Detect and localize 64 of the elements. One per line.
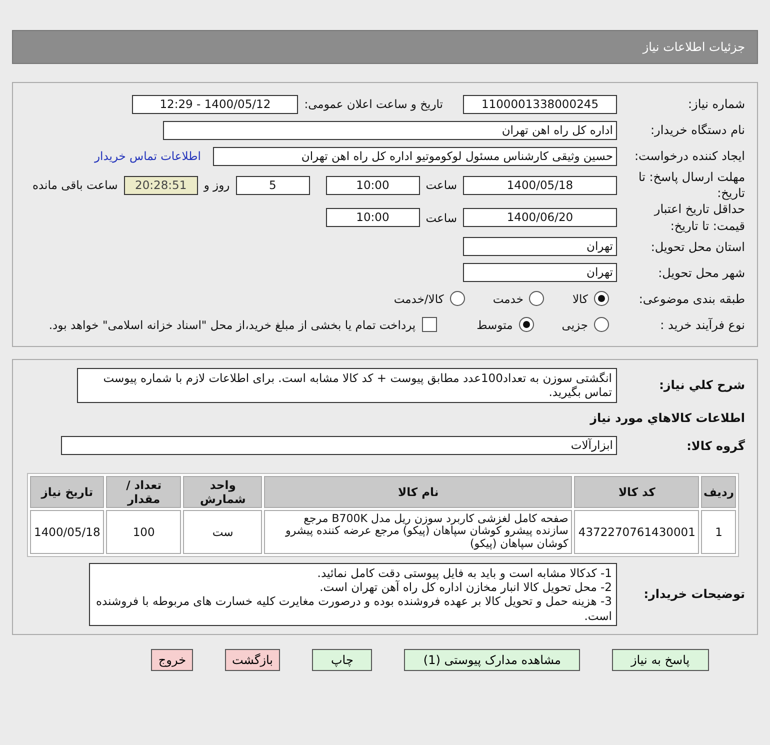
action-button[interactable]: بازگشت (225, 649, 280, 671)
action-button[interactable]: مشاهده مدارک پیوستی (1) (404, 649, 580, 671)
city-field: تهران (463, 263, 617, 282)
column-header: واحد شمارش (183, 476, 262, 508)
time-label: ساعت (426, 210, 457, 225)
field-label: توضیحات خریدار: (642, 587, 745, 602)
remaining-time-field: 20:28:51 (124, 176, 198, 195)
column-header: نام کالا (264, 476, 572, 508)
page-title: جزئیات اطلاعات نیاز (642, 40, 745, 54)
radio-button[interactable] (529, 291, 544, 306)
field-label: حداقل تاریخ اعتبار قیمت: تا تاریخ: (652, 201, 745, 234)
field-label: شرح كلي نياز: (658, 378, 745, 392)
field-label: مهلت ارسال پاسخ: تا تاریخ: (637, 169, 745, 202)
field-label: شهر محل تحویل: (657, 266, 745, 280)
section-heading: اطلاعات كالاهاي مورد نياز (590, 410, 745, 424)
column-header: تاریخ نیاز (30, 476, 104, 508)
action-button[interactable]: پاسخ به نیاز (612, 649, 709, 671)
remaining-label: ساعت باقی مانده (32, 178, 118, 192)
deadline-date-field: 1400/05/18 (463, 176, 617, 195)
time-label: ساعت (426, 178, 457, 192)
province-field: تهران (463, 237, 617, 256)
days-label: روز و (204, 178, 230, 192)
buyer-contact-link[interactable]: اطلاعات تماس خریدار (94, 149, 201, 163)
radio-label: خدمت (492, 292, 524, 306)
radio-label: کالا/خدمت (394, 292, 444, 306)
checkbox-label: پرداخت تمام یا بخشی از مبلغ خرید،از محل "اسناد خزانه اسلامی" خواهد بود. (48, 318, 416, 332)
goods-group-field: ابزارآلات (61, 436, 617, 455)
field-label: گروه کالا: (686, 438, 745, 452)
radio-label: متوسط (476, 318, 513, 332)
need-number-field: 1100001338000245 (463, 94, 617, 114)
days-field: 5 (236, 176, 310, 195)
checkbox[interactable] (422, 317, 437, 332)
radio-label: کالا (572, 292, 588, 306)
column-header: کد کالا (574, 476, 700, 508)
field-label: طبقه بندی موضوعی: (638, 292, 745, 306)
requester-field: حسین وثیقی کارشناس مسئول لوکوموتیو اداره کل راه اهن تهران (213, 146, 617, 166)
action-button[interactable]: چاپ (312, 649, 372, 671)
table-cell: 100 (106, 510, 182, 554)
action-button[interactable]: خروج (151, 649, 193, 671)
table-cell: 4372270761430001 (574, 510, 700, 554)
field-label: تاریخ و ساعت اعلان عمومی: (304, 97, 443, 111)
radio-button[interactable] (518, 317, 534, 332)
field-label: نام دستگاه خریدار: (650, 123, 745, 137)
radio-button[interactable] (594, 291, 609, 306)
field-label: نوع فرآیند خرید : (659, 318, 745, 332)
validity-time-field: 10:00 (326, 208, 420, 228)
field-label: استان محل تحویل: (650, 240, 745, 254)
column-header: تعداد / مقدار (106, 476, 182, 508)
table-cell: 1400/05/18 (30, 510, 104, 554)
announce-date-field: 1400/05/12 - 12:29 (132, 94, 298, 114)
deadline-time-field: 10:00 (326, 176, 420, 195)
table-cell: 1 (701, 510, 736, 554)
radio-label: جزیی (562, 318, 588, 332)
radio-button[interactable] (594, 317, 609, 332)
validity-date-field: 1400/06/20 (463, 208, 617, 228)
field-label: ایجاد کننده درخواست: (633, 149, 745, 163)
buyer-notes-field: 1- کدکالا مشابه است و باید به فایل پیوستی دقت کامل نمائید. 2- محل تحویل کالا انبار مخازن اداره کل راه آهن تهران است. 3- هزینه حمل و تحویل کالا بر عهده فروشنده بوده و درصورت مغایرت کلیه خسارت های مربوطه با فروشنده است. (89, 562, 617, 626)
field-label: شماره نیاز: (687, 97, 745, 111)
description-field: انگشتی سوزن به تعداد100عدد مطابق پیوست + کد کالا مشابه است. برای اطلاعات لازم با شماره پیوست تماس بگیرید. (77, 368, 617, 402)
buyer-org-field: اداره کل راه اهن تهران (163, 120, 617, 140)
table-cell: ست (183, 510, 262, 554)
radio-button[interactable] (450, 291, 465, 306)
column-header: ردیف (701, 476, 736, 508)
table-cell: صفحه کامل لغزشی کاربرد سوزن ریل مدل B700K مرجع سازنده پیشرو کوشان سپاهان (پیکو) مرجع عرضه کننده پیشرو کوشان سپاهان (پیکو) (264, 510, 572, 554)
